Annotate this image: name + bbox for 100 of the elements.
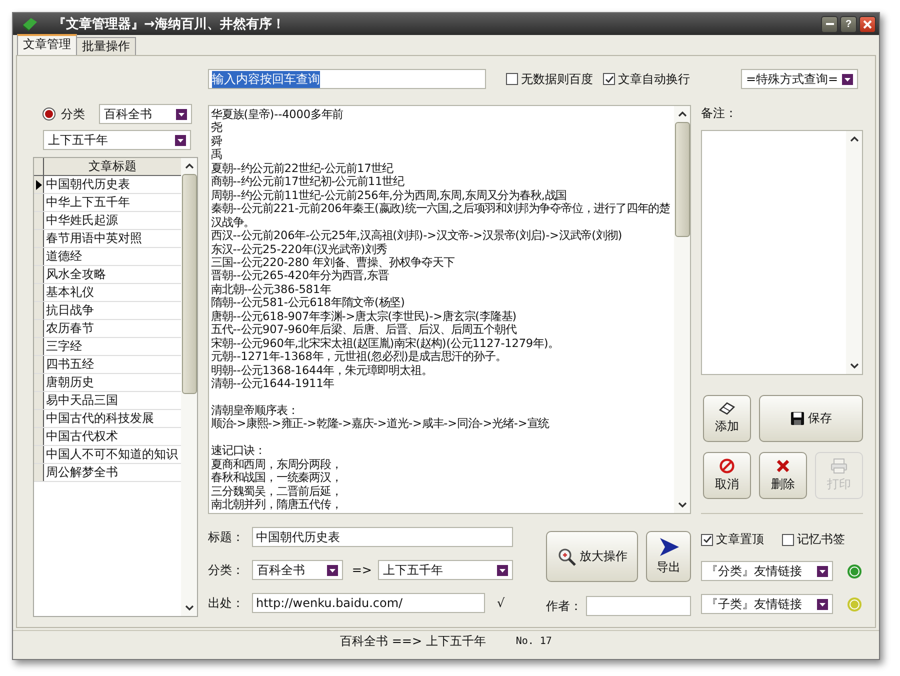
text-line: 隋朝--公元581-公元618年隋文帝(杨坚): [211, 296, 406, 310]
checkbox-label: 记忆书签: [797, 531, 845, 548]
list-item[interactable]: 抗日战争: [44, 302, 181, 319]
dropdown[interactable]: 『分类』友情链接: [701, 561, 833, 581]
row-selector[interactable]: [34, 428, 44, 445]
list-item[interactable]: 春节用语中英对照: [44, 230, 181, 247]
text-line: 顺治->康熙->雍正->乾隆->嘉庆->道光->咸丰->同治->光绪->宣统: [211, 417, 550, 431]
list-item[interactable]: 中国人不可不知道的知识: [44, 446, 181, 463]
text-line: 春秋和战国，一统秦两汉，: [211, 471, 343, 485]
eraser-icon: [718, 402, 736, 416]
close-button[interactable]: [859, 16, 876, 32]
checkbox[interactable]: [701, 534, 713, 546]
list-item[interactable]: 周公解梦全书: [44, 464, 181, 481]
list-item[interactable]: 基本礼仪: [44, 284, 181, 301]
text-line: 五代--公元907-960年后梁、后唐、后晋、后汉、后周五个朝代: [211, 323, 518, 337]
field-label: 分类：: [208, 562, 245, 578]
column-header[interactable]: 文章标题: [44, 158, 181, 175]
checkbox[interactable]: [603, 73, 615, 85]
radio-button[interactable]: [42, 107, 56, 121]
text-line: 夏商和西周，东周分两段，: [211, 458, 343, 472]
text-line: 唐朝--公元618-907年李渊->唐太宗(李世民)->唐玄宗(李隆基): [211, 310, 518, 323]
text-line: 商朝--约公元前17世纪初-公元前11世纪: [211, 175, 406, 189]
list-item[interactable]: 道德经: [44, 248, 181, 265]
checkbox[interactable]: [506, 73, 518, 85]
action-button[interactable]: 导出: [646, 531, 691, 582]
action-button[interactable]: 取消: [703, 452, 751, 499]
field-label: 标题：: [208, 528, 245, 546]
minimize-button[interactable]: [821, 16, 838, 32]
row-selector[interactable]: [34, 392, 44, 409]
search-field[interactable]: 输入内容按回车查询: [208, 69, 486, 89]
magnifier-icon: [556, 546, 576, 566]
row-selector[interactable]: [34, 176, 44, 193]
caret-up-icon[interactable]: [850, 136, 858, 142]
text-line: 清朝--公元1644-1911年: [211, 377, 336, 391]
dropdown[interactable]: 百科全书: [99, 104, 192, 124]
scrollbar[interactable]: [181, 158, 197, 616]
row-selector[interactable]: [34, 248, 44, 265]
row-selector[interactable]: [34, 464, 44, 481]
caret-down-icon[interactable]: [678, 502, 686, 508]
text-line: 元朝--1271年-1368年，元世祖(忽必烈)是成吉思汗的孙子。: [211, 350, 508, 364]
caret-up-icon[interactable]: [184, 163, 194, 169]
row-selector[interactable]: [34, 194, 44, 211]
dropdown[interactable]: =特殊方式查询=: [741, 69, 858, 89]
text-line: 清朝皇帝顺序表：: [211, 404, 300, 417]
text-line: 华夏族(皇帝)--4000多年前: [211, 108, 344, 122]
notes-label: 备注：: [701, 105, 738, 121]
record-number: No. 17: [516, 636, 552, 646]
row-selector[interactable]: [34, 356, 44, 373]
dropdown[interactable]: 『子类』友情链接: [701, 594, 833, 614]
row-selector[interactable]: [34, 374, 44, 391]
list-item[interactable]: 三字经: [44, 338, 181, 355]
arrow-text: =>: [352, 563, 372, 577]
list-item[interactable]: 风水全攻略: [44, 266, 181, 283]
list-item[interactable]: 中国古代的科技发展: [44, 410, 181, 427]
tab[interactable]: 文章管理: [17, 34, 77, 55]
row-selector[interactable]: [34, 302, 44, 319]
tab[interactable]: 批量操作: [76, 37, 136, 55]
row-selector[interactable]: [34, 320, 44, 337]
list-item[interactable]: 中华姓氏起源: [44, 212, 181, 229]
list-item[interactable]: 中国古代权术: [44, 428, 181, 445]
scroll-thumb[interactable]: [182, 174, 196, 394]
article-text-area[interactable]: [208, 105, 691, 514]
text-line: 禹: [211, 148, 223, 162]
scrollbar[interactable]: [846, 131, 862, 374]
row-pointer-icon: [36, 180, 42, 190]
row-selector[interactable]: [34, 338, 44, 355]
text-line: 三国--公元220-280 年刘备、曹操、孙权争夺天下: [211, 256, 456, 270]
list-item[interactable]: 唐朝历史: [44, 374, 181, 391]
action-button[interactable]: 添加: [703, 395, 751, 442]
scroll-thumb[interactable]: [674, 122, 690, 237]
text-line: 三分魏蜀吴，二晋前后延，: [211, 484, 343, 498]
row-selector[interactable]: [34, 266, 44, 283]
caret-up-icon[interactable]: [678, 111, 686, 117]
action-button[interactable]: 删除: [759, 452, 807, 499]
list-item[interactable]: 农历春节: [44, 320, 181, 337]
row-selector[interactable]: [34, 284, 44, 301]
action-button[interactable]: 保存: [759, 395, 863, 442]
row-selector[interactable]: [34, 410, 44, 427]
row-selector[interactable]: [34, 446, 44, 463]
list-item[interactable]: 四书五经: [44, 356, 181, 373]
caret-down-icon[interactable]: [850, 363, 858, 369]
dropdown[interactable]: 上下五千年: [378, 560, 513, 580]
list-item[interactable]: 中国朝代历史表: [44, 176, 181, 193]
scrollbar[interactable]: [674, 106, 690, 513]
list-item[interactable]: 易中天品三国: [44, 392, 181, 409]
caret-down-icon[interactable]: [184, 605, 194, 611]
book-icon: [21, 16, 39, 32]
title-field[interactable]: 中国朝代历史表: [252, 527, 513, 547]
row-selector[interactable]: [34, 212, 44, 229]
dropdown[interactable]: 百科全书: [252, 560, 343, 580]
checkbox-label: 文章自动换行: [618, 70, 690, 88]
author-field[interactable]: [586, 596, 691, 616]
help-button[interactable]: ?: [840, 16, 857, 32]
list-item[interactable]: 中华上下五千年: [44, 194, 181, 211]
row-selector[interactable]: [34, 230, 44, 247]
source-field[interactable]: http://wenku.baidu.com/: [252, 593, 485, 613]
checkbox[interactable]: [782, 534, 794, 546]
action-button[interactable]: 放大操作: [546, 531, 638, 582]
close-icon: [863, 20, 872, 28]
dropdown[interactable]: 上下五千年: [43, 130, 191, 150]
